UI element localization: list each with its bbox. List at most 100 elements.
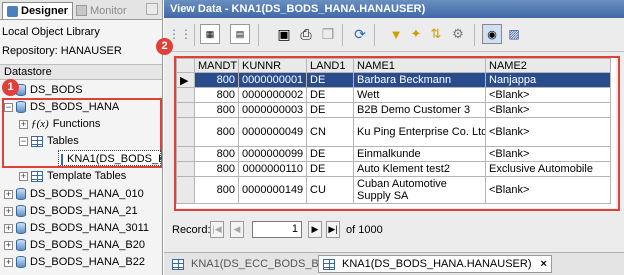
tree-label: DS_BODS <box>30 84 83 96</box>
table-cell[interactable]: 0000000001 <box>238 72 307 88</box>
table-cell[interactable]: Auto Klement test2 <box>353 161 486 177</box>
table-row[interactable]: ▶ 800 0000000001 DE Barbara Beckmann Nan… <box>176 72 611 88</box>
column-profile-icon[interactable]: ▨ <box>504 24 524 44</box>
table-cell[interactable]: CU <box>306 176 354 204</box>
expand-icon[interactable]: + <box>4 223 13 233</box>
table-cell[interactable]: 800 <box>194 117 239 147</box>
table-cell[interactable]: 0000000099 <box>238 146 307 162</box>
print-icon[interactable]: ⎙ <box>296 24 316 44</box>
record-number-input[interactable]: 1 <box>252 221 302 238</box>
table-cell[interactable]: Einmalkunde <box>353 146 486 162</box>
table-cell[interactable]: Cuban Automotive Supply SA <box>353 176 486 204</box>
tree-item-ds-bods-hana-21[interactable]: + DS_BODS_HANA_21 <box>4 203 138 219</box>
table-cell[interactable]: DE <box>306 102 354 118</box>
column-header[interactable]: MANDT <box>194 58 239 73</box>
save-icon[interactable]: ▣ <box>274 24 294 44</box>
tree-item-ds-bods-hana-010[interactable]: + DS_BODS_HANA_010 <box>4 186 144 202</box>
expand-icon[interactable]: + <box>19 171 28 181</box>
next-record-button[interactable]: ▶ <box>308 221 322 238</box>
table-cell[interactable]: DE <box>306 161 354 177</box>
data-grid: MANDT KUNNR LAND1 NAME1 NAME2 ▶ 800 0000… <box>176 58 616 208</box>
table-cell[interactable]: 800 <box>194 146 239 162</box>
close-tab-icon[interactable]: × <box>541 258 547 270</box>
expand-icon[interactable]: + <box>4 257 13 267</box>
add-filter-icon[interactable]: ✦ <box>406 24 426 44</box>
table-row[interactable]: 800 0000000099 DE Einmalkunde <Blank> <box>176 146 611 162</box>
tree-item-ds-bods-hana-3011[interactable]: + DS_BODS_HANA_3011 <box>4 220 149 236</box>
table-cell[interactable]: 800 <box>194 87 239 103</box>
table-row[interactable]: 800 0000000149 CU Cuban Automotive Suppl… <box>176 176 611 204</box>
copy-icon[interactable]: ❐ <box>318 24 338 44</box>
table-row[interactable]: 800 0000000049 CN Ku Ping Enterprise Co.… <box>176 117 611 147</box>
column-header[interactable]: NAME1 <box>353 58 486 73</box>
table-cell[interactable]: Wett <box>353 87 486 103</box>
collapse-icon[interactable]: − <box>19 136 28 146</box>
tree-item-template-tables[interactable]: + Template Tables <box>19 168 126 184</box>
table-cell[interactable]: 0000000110 <box>238 161 307 177</box>
table-icon <box>323 258 335 270</box>
tree-label: Functions <box>52 118 101 130</box>
table-cell[interactable]: 0000000049 <box>238 117 307 147</box>
first-record-button[interactable]: |◀ <box>210 221 224 238</box>
tab-designer[interactable]: Designer <box>2 2 74 19</box>
record-label: Record: <box>172 224 211 236</box>
show-data-icon[interactable]: ▦ <box>200 24 220 44</box>
tree-item-functions[interactable]: + ƒ(x) Functions <box>19 116 100 132</box>
filter-icon[interactable]: ▼ <box>386 24 406 44</box>
table-cell[interactable]: 0000000149 <box>238 176 307 204</box>
tree-item-ds-bods-hana-b20[interactable]: + DS_BODS_HANA_B20 <box>4 237 145 253</box>
table-cell[interactable]: 800 <box>194 176 239 204</box>
table-cell[interactable]: <Blank> <box>485 102 611 118</box>
pane-pin-icon[interactable] <box>146 3 158 15</box>
column-header[interactable]: LAND1 <box>306 58 354 73</box>
table-row[interactable]: 800 0000000110 DE Auto Klement test2 Exc… <box>176 161 611 177</box>
table-cell[interactable]: DE <box>306 72 354 88</box>
tab-kna1-ecc[interactable]: KNA1(DS_ECC_BODS_B20.) <box>168 255 342 273</box>
library-title: Local Object Library <box>2 26 100 38</box>
table-cell[interactable]: Ku Ping Enterprise Co. Ltd <box>353 117 486 147</box>
table-cell[interactable]: <Blank> <box>485 146 611 162</box>
columns-icon[interactable]: ⚙ <box>448 24 468 44</box>
table-cell[interactable]: <Blank> <box>485 87 611 103</box>
table-cell[interactable]: Nanjappa <box>485 72 611 88</box>
table-cell[interactable]: Barbara Beckmann <box>353 72 486 88</box>
tree-item-kna1[interactable]: KNA1(DS_BODS_H <box>58 150 162 166</box>
previous-record-button[interactable]: ◀ <box>230 221 244 238</box>
table-cell[interactable]: DE <box>306 146 354 162</box>
tree-item-ds-bods-hana[interactable]: − DS_BODS_HANA <box>4 99 119 115</box>
table-cell[interactable]: Exclusive Automobile <box>485 161 611 177</box>
table-cell[interactable]: 800 <box>194 72 239 88</box>
sort-icon[interactable]: ⇅ <box>426 24 446 44</box>
table-cell[interactable]: 800 <box>194 102 239 118</box>
database-icon <box>16 256 26 268</box>
grid-dots-icon[interactable]: ⋮⋮ <box>168 24 192 44</box>
table-cell[interactable]: <Blank> <box>485 176 611 204</box>
expand-icon[interactable]: + <box>19 119 28 129</box>
table-cell[interactable]: <Blank> <box>485 117 611 147</box>
tree-item-tables[interactable]: − Tables <box>19 133 79 149</box>
column-header[interactable]: KUNNR <box>238 58 307 73</box>
tab-monitor[interactable]: Monitor <box>72 2 131 19</box>
record-total: of 1000 <box>346 224 383 236</box>
collapse-icon[interactable]: − <box>4 102 13 112</box>
table-cell[interactable]: CN <box>306 117 354 147</box>
table-cell[interactable]: 0000000002 <box>238 87 307 103</box>
database-icon <box>16 222 26 234</box>
show-columns-icon[interactable]: ▤ <box>230 24 250 44</box>
profile-icon[interactable]: ◉ <box>482 24 502 44</box>
expand-icon[interactable]: + <box>4 206 13 216</box>
expand-icon[interactable]: + <box>4 189 13 199</box>
table-cell[interactable]: B2B Demo Customer 3 <box>353 102 486 118</box>
table-row[interactable]: 800 0000000002 DE Wett <Blank> <box>176 87 611 103</box>
refresh-icon[interactable]: ⟳ <box>350 24 370 44</box>
table-icon <box>31 135 43 147</box>
expand-icon[interactable]: + <box>4 240 13 250</box>
table-cell[interactable]: DE <box>306 87 354 103</box>
last-record-button[interactable]: ▶| <box>326 221 340 238</box>
table-cell[interactable]: 800 <box>194 161 239 177</box>
tree-item-ds-bods-hana-b22[interactable]: + DS_BODS_HANA_B22 <box>4 254 145 270</box>
column-header[interactable]: NAME2 <box>485 58 611 73</box>
table-row[interactable]: 800 0000000003 DE B2B Demo Customer 3 <B… <box>176 102 611 118</box>
table-cell[interactable]: 0000000003 <box>238 102 307 118</box>
tab-kna1-hana[interactable]: KNA1(DS_BODS_HANA.HANAUSER) × <box>318 255 552 273</box>
